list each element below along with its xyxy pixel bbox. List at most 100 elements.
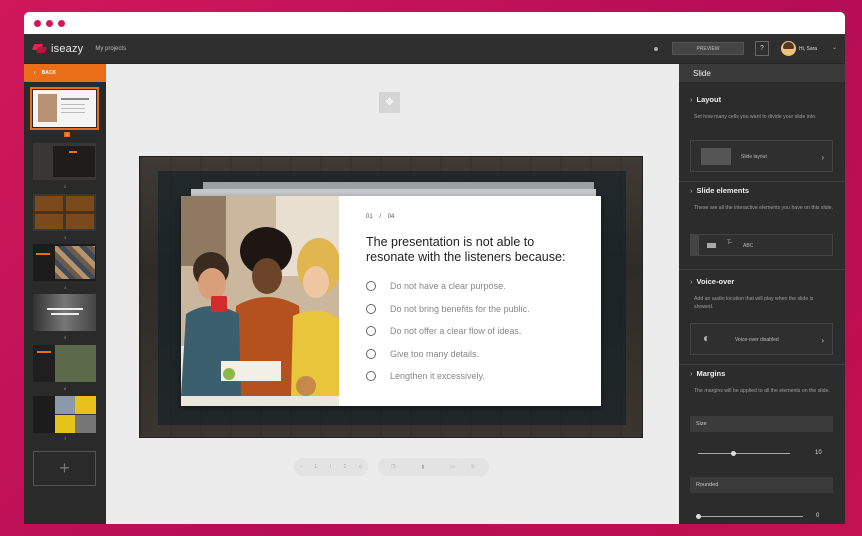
- screen-icon[interactable]: ▭: [450, 464, 455, 470]
- elements-section-title[interactable]: Slide elements: [690, 186, 750, 195]
- thumbnail-image: [75, 415, 96, 433]
- question-current: 01: [366, 214, 373, 220]
- chevron-left-icon[interactable]: ‹: [300, 464, 302, 470]
- slide-number: 5: [64, 335, 67, 340]
- answer-label: Do not have a clear purpose.: [390, 281, 506, 291]
- answer-option[interactable]: Do not offer a clear flow of ideas.: [366, 326, 521, 336]
- thumbnail-line: [36, 253, 50, 255]
- question-counter: 01 / 04: [366, 214, 394, 220]
- rounded-label: Rounded: [690, 477, 833, 493]
- slide-thumbnail-2[interactable]: [33, 143, 96, 180]
- skip-last-icon[interactable]: ›|: [359, 464, 362, 470]
- margins-section-desc: The margins will be applied to all the e…: [694, 388, 830, 394]
- thumbnail-line: [69, 151, 77, 153]
- elements-section-desc: These are all the interactive elements y…: [694, 205, 833, 211]
- thumbnail-cell: [35, 196, 63, 211]
- radio-button[interactable]: [366, 304, 376, 314]
- slide-thumbnail-7[interactable]: [33, 396, 96, 433]
- answer-option[interactable]: Lengthen it excessively.: [366, 371, 485, 381]
- size-value: 10: [815, 450, 822, 456]
- rounded-value: 0: [816, 513, 820, 519]
- slide-number: 2: [64, 184, 67, 189]
- layout-section-title[interactable]: Layout: [690, 95, 722, 104]
- preview-button[interactable]: PREVIEW: [672, 42, 744, 55]
- thumbnail-line: [61, 104, 85, 105]
- editor-canvas: ✥ 01 / 04 The presentation is not able t…: [106, 64, 679, 524]
- voiceover-section-desc: Add an audio locution that will play whe…: [694, 296, 814, 310]
- back-button[interactable]: ‹ BACK: [24, 64, 106, 82]
- rounded-slider-knob[interactable]: [696, 514, 701, 519]
- window-maximize-dot[interactable]: [58, 19, 65, 27]
- refresh-icon[interactable]: ↻: [471, 464, 475, 470]
- voiceover-section-title[interactable]: Voice-over: [690, 277, 735, 286]
- answer-option[interactable]: Give too many details.: [366, 349, 479, 359]
- slide-number: 1: [64, 132, 71, 137]
- answer-label: Do not offer a clear flow of ideas.: [390, 326, 522, 336]
- section-divider: [679, 269, 845, 270]
- slide-element-item[interactable]: T̶ ABC: [690, 234, 833, 256]
- help-button[interactable]: ?: [755, 41, 769, 56]
- chevron-down-icon[interactable]: ⌄: [832, 44, 837, 51]
- thumbnail-image: [38, 94, 57, 122]
- thumbnail-line: [51, 313, 79, 315]
- panel-header: Slide: [679, 64, 845, 82]
- question-card[interactable]: 01 / 04 The presentation is not able to …: [181, 196, 601, 406]
- thumbnail-image: [55, 246, 95, 279]
- slide-layout-label: Slide layout: [741, 154, 767, 160]
- size-label: Size: [690, 416, 833, 432]
- section-divider: [679, 364, 845, 365]
- margins-section-title[interactable]: Margins: [690, 369, 726, 378]
- thumbnail-line: [61, 98, 89, 100]
- logo-text: iseazy: [51, 42, 84, 55]
- slide-number: 4: [64, 285, 67, 290]
- avatar[interactable]: [781, 41, 796, 56]
- move-icon[interactable]: ✥: [379, 92, 400, 113]
- answer-option[interactable]: Do not have a clear purpose.: [366, 281, 506, 291]
- slides-panel: ‹ BACK 1 2 3 4 5 6 7 +: [24, 64, 106, 524]
- add-slide-button[interactable]: +: [33, 451, 96, 486]
- slide-extra-tool: ↻: [457, 458, 489, 476]
- radio-button[interactable]: [366, 349, 376, 359]
- status-dot-icon: [654, 47, 658, 51]
- rounded-slider-track[interactable]: [698, 516, 803, 517]
- my-projects-link[interactable]: My projects: [95, 46, 126, 52]
- slide-thumbnail-1[interactable]: [30, 87, 99, 130]
- layout-preview-icon: [701, 148, 731, 165]
- user-greeting[interactable]: Hi, Sara: [799, 46, 817, 52]
- slide-thumbnail-4[interactable]: [33, 244, 96, 281]
- size-slider-track[interactable]: [698, 453, 790, 454]
- section-divider: [679, 181, 845, 182]
- radio-button[interactable]: [366, 326, 376, 336]
- window-close-dot[interactable]: [34, 19, 41, 27]
- trash-icon[interactable]: ▮: [421, 464, 424, 470]
- radio-button[interactable]: [366, 281, 376, 291]
- chevron-left-icon: ‹: [34, 70, 36, 76]
- thumbnail-line: [61, 108, 85, 109]
- slide-thumbnail-6[interactable]: [33, 345, 96, 382]
- answer-label: Give too many details.: [390, 349, 480, 359]
- speaker-person-icon: ◐: [703, 331, 711, 345]
- voiceover-selector[interactable]: ◐ Voice-over disabled ›: [690, 323, 833, 355]
- thumbnail-cell: [66, 196, 94, 211]
- thumbnail-cell: [66, 214, 94, 229]
- question-title[interactable]: The presentation is not able to resonate…: [366, 235, 586, 265]
- copy-icon[interactable]: ❐: [391, 464, 395, 470]
- radio-button[interactable]: [366, 371, 376, 381]
- pager-current: 1: [314, 464, 318, 470]
- logo[interactable]: iseazy: [31, 42, 84, 55]
- people-photo-image: [181, 196, 339, 406]
- answer-label: Lengthen it excessively.: [390, 371, 485, 381]
- thumbnail-line: [47, 308, 83, 310]
- answer-option[interactable]: Do not bring benefits for the public.: [366, 304, 530, 314]
- text-element-icon: T̶: [727, 240, 731, 246]
- slide-thumbnail-3[interactable]: [33, 194, 96, 231]
- chevron-right-icon: ›: [821, 336, 824, 345]
- slide-layout-selector[interactable]: Slide layout ›: [690, 140, 833, 172]
- slide-thumbnail-5[interactable]: [33, 294, 96, 331]
- top-bar: iseazy My projects PREVIEW ? Hi, Sara ⌄: [24, 34, 845, 64]
- pager-separator: /: [329, 464, 332, 470]
- slide-stage[interactable]: 01 / 04 The presentation is not able to …: [139, 156, 643, 438]
- window-minimize-dot[interactable]: [46, 19, 53, 27]
- drag-handle-icon[interactable]: [691, 235, 699, 255]
- size-slider-knob[interactable]: [731, 451, 736, 456]
